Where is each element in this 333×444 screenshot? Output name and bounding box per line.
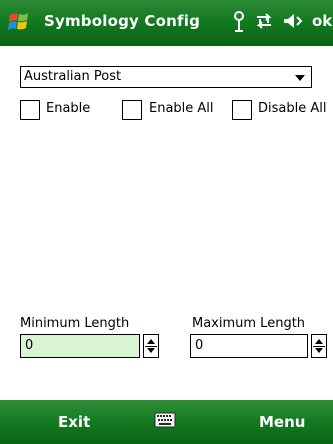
keyboard-icon[interactable] [154,412,176,428]
maximum-length-input[interactable]: 0 [190,334,308,358]
dropdown-arrow-icon[interactable] [295,75,305,81]
enable-all-checkbox[interactable] [122,100,142,120]
menu-softkey[interactable]: Menu [259,413,305,431]
stepper-up-icon[interactable] [315,339,323,344]
stepper-down-icon[interactable] [147,348,155,353]
disable-all-label: Disable All [258,101,327,116]
speaker-icon [284,14,303,28]
softkey-bar: Exit Menu [0,400,333,444]
windows-start-icon[interactable] [6,9,32,35]
maximum-length-value: 0 [195,338,204,353]
window-title: Symbology Config [44,12,201,30]
minimum-length-label: Minimum Length [20,316,130,331]
symbology-dropdown[interactable]: Australian Post [20,66,312,88]
exit-softkey[interactable]: Exit [58,413,90,431]
stepper-divider [313,346,325,347]
stepper-divider [145,346,157,347]
title-bar: Symbology Config ok [0,0,333,46]
enable-label: Enable [46,101,91,116]
enable-all-label: Enable All [149,101,214,116]
symbology-selected-value: Australian Post [24,69,122,84]
maximum-length-stepper[interactable] [311,334,327,358]
stepper-up-icon[interactable] [147,339,155,344]
maximum-length-label: Maximum Length [192,316,306,331]
disable-all-checkbox[interactable] [232,100,252,120]
ok-button[interactable]: ok [312,12,332,30]
antenna-icon [234,11,244,32]
minimum-length-stepper[interactable] [143,334,159,358]
screen: Symbology Config ok Australian Post Enab… [0,0,333,444]
connectivity-icon [256,13,272,29]
minimum-length-input[interactable]: 0 [20,334,140,358]
enable-checkbox[interactable] [20,100,40,120]
stepper-down-icon[interactable] [315,348,323,353]
minimum-length-value: 0 [25,338,34,353]
